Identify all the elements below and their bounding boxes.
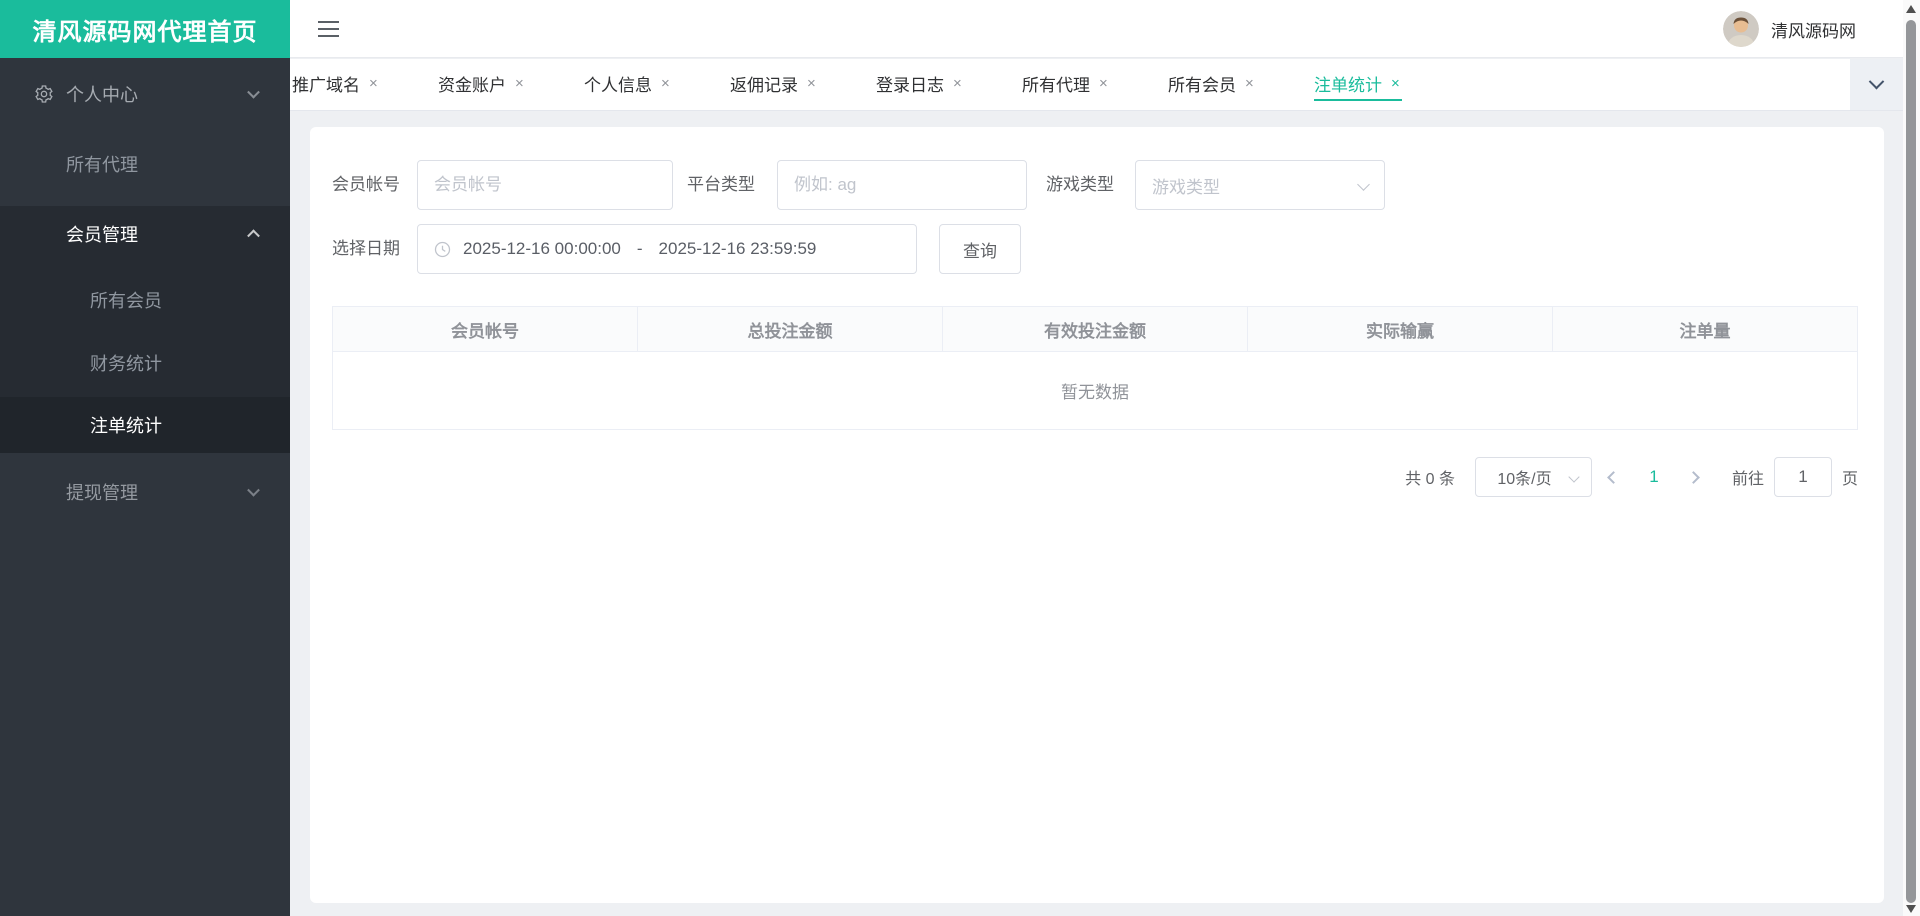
table-empty-state: 暂无数据: [332, 352, 1858, 430]
sidebar-item-member-management[interactable]: 会员管理: [0, 206, 290, 262]
tab-label: 所有代理: [1022, 75, 1090, 95]
sidebar-item-label: 所有会员: [90, 291, 162, 311]
sidebar: 清风源码网代理首页 个人中心 所有代理 会员管理 所有会员 财务统计 注单统计 …: [0, 0, 290, 916]
user-name: 清风源码网: [1771, 21, 1856, 41]
date-range-label: 选择日期: [332, 239, 400, 258]
clock-icon: [434, 241, 451, 258]
close-icon[interactable]: ×: [369, 76, 378, 91]
table-header-valid-bet: 有效投注金额: [943, 307, 1248, 351]
member-account-label: 会员帐号: [332, 175, 400, 194]
goto-page-input[interactable]: [1773, 457, 1832, 497]
table-header-actual-winloss: 实际输赢: [1248, 307, 1553, 351]
vertical-scrollbar[interactable]: [1903, 0, 1920, 916]
tab-label: 注单统计: [1314, 75, 1382, 95]
table-header-member-account: 会员帐号: [333, 307, 638, 351]
scrollbar-thumb[interactable]: [1906, 20, 1916, 903]
pagination: 共 0 条 10条/页 1 前往 页: [1405, 457, 1858, 497]
close-icon[interactable]: ×: [515, 76, 524, 91]
platform-type-input[interactable]: [777, 160, 1027, 210]
chevron-down-icon: [247, 85, 260, 99]
user-menu[interactable]: 清风源码网: [1723, 0, 1856, 58]
chevron-right-icon: [1687, 470, 1701, 484]
pagination-total: 共 0 条: [1405, 471, 1455, 488]
sidebar-item-all-agents[interactable]: 所有代理: [0, 136, 290, 192]
chevron-down-icon: [1357, 178, 1370, 191]
tab-rebate-records[interactable]: 返佣记录 ×: [728, 59, 874, 110]
results-table: 会员帐号 总投注金额 有效投注金额 实际输赢 注单量 暂无数据: [332, 306, 1858, 430]
sidebar-item-bet-stats[interactable]: 注单统计: [0, 397, 290, 453]
sidebar-item-label: 注单统计: [90, 416, 162, 436]
tab-label: 所有会员: [1168, 75, 1236, 95]
close-icon[interactable]: ×: [1245, 76, 1254, 91]
previous-page-button[interactable]: [1592, 470, 1636, 484]
date-end-value: 2025-12-16 23:59:59: [658, 239, 817, 258]
tab-bar: 推广域名 × 资金账户 × 个人信息 × 返佣记录 × 登录日志 × 所有代理 × 所有会员…: [290, 59, 1920, 111]
date-range-picker[interactable]: 2025-12-16 00:00:00 - 2025-12-16 23:59:5…: [417, 224, 917, 274]
tab-promotion-domain[interactable]: 推广域名 ×: [290, 59, 436, 110]
query-button[interactable]: 查询: [939, 224, 1021, 274]
page-unit-label: 页: [1841, 471, 1858, 488]
tab-fund-account[interactable]: 资金账户 ×: [436, 59, 582, 110]
chevron-down-icon: [1568, 471, 1580, 483]
scrollbar-down-arrow-icon[interactable]: [1906, 905, 1916, 913]
chevron-down-icon: [1868, 73, 1885, 90]
member-account-input[interactable]: [417, 160, 673, 210]
page-size-value: 10条/页: [1497, 471, 1552, 488]
current-page-number[interactable]: 1: [1636, 467, 1672, 487]
table-header-bet-count: 注单量: [1679, 321, 1731, 341]
tab-label: 返佣记录: [730, 75, 798, 95]
tab-personal-info[interactable]: 个人信息 ×: [582, 59, 728, 110]
sidebar-item-label: 会员管理: [66, 225, 138, 245]
game-type-select[interactable]: 游戏类型: [1135, 160, 1385, 210]
tab-label: 资金账户: [438, 75, 506, 95]
close-icon[interactable]: ×: [1391, 76, 1400, 91]
avatar: [1723, 11, 1759, 47]
sidebar-item-label: 提现管理: [66, 483, 138, 503]
date-separator: -: [636, 239, 643, 258]
tab-all-agents[interactable]: 所有代理 ×: [1020, 59, 1166, 110]
tab-all-members[interactable]: 所有会员 ×: [1166, 59, 1312, 110]
chevron-left-icon: [1607, 470, 1621, 484]
sidebar-item-personal-center[interactable]: 个人中心: [0, 66, 290, 122]
sidebar-item-label: 所有代理: [66, 155, 138, 175]
game-type-label: 游戏类型: [1046, 175, 1114, 194]
table-header-total-bet: 总投注金额: [638, 307, 943, 351]
platform-type-label: 平台类型: [687, 175, 755, 194]
scrollbar-up-arrow-icon[interactable]: [1906, 5, 1916, 13]
sidebar-item-label: 财务统计: [90, 354, 162, 374]
tab-bet-stats-active[interactable]: 注单统计 ×: [1312, 59, 1458, 110]
hamburger-menu-icon[interactable]: [318, 21, 339, 37]
close-icon[interactable]: ×: [1099, 76, 1108, 91]
page-size-select[interactable]: 10条/页: [1474, 457, 1592, 497]
date-start-value: 2025-12-16 00:00:00: [463, 239, 621, 258]
sidebar-logo-title: 清风源码网代理首页: [0, 0, 290, 58]
chevron-up-icon: [247, 229, 260, 243]
close-icon[interactable]: ×: [807, 76, 816, 91]
tab-login-logs[interactable]: 登录日志 ×: [874, 59, 1020, 110]
goto-page-label: 前往: [1731, 471, 1764, 488]
content-card: 会员帐号 平台类型 游戏类型 游戏类型 选择日期 2025-12-16 00:0…: [310, 127, 1884, 903]
table-header-row: 会员帐号 总投注金额 有效投注金额 实际输赢 注单量: [332, 306, 1858, 352]
close-icon[interactable]: ×: [661, 76, 670, 91]
chevron-down-icon: [247, 483, 260, 497]
tab-options-dropdown-button[interactable]: [1850, 59, 1903, 110]
topbar: 清风源码网: [290, 0, 1920, 58]
tab-label: 登录日志: [876, 75, 944, 95]
game-type-placeholder: 游戏类型: [1152, 177, 1220, 197]
tab-label: 个人信息: [584, 75, 652, 95]
sidebar-item-label: 个人中心: [66, 85, 138, 105]
next-page-button[interactable]: [1672, 470, 1716, 484]
tab-label: 推广域名: [292, 75, 360, 95]
sidebar-item-all-members[interactable]: 所有会员: [0, 272, 290, 328]
sidebar-item-finance-stats[interactable]: 财务统计: [0, 335, 290, 391]
gear-icon: [34, 84, 54, 104]
sidebar-item-withdraw-management[interactable]: 提现管理: [0, 464, 290, 520]
close-icon[interactable]: ×: [953, 76, 962, 91]
